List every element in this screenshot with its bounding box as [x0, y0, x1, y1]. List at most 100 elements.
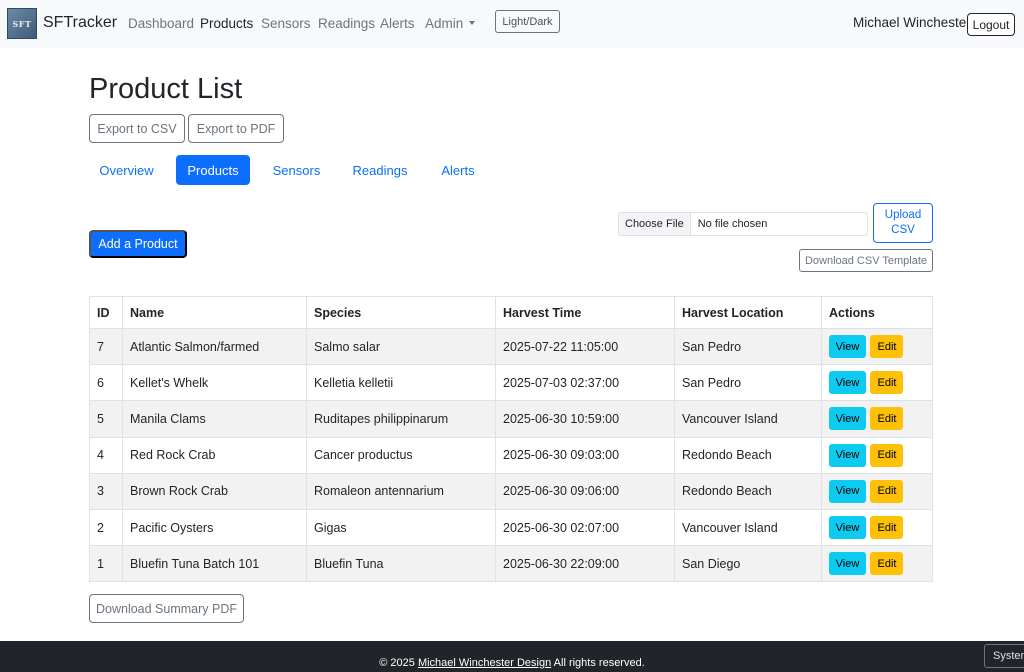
nav-dropdown-admin[interactable]: Admin [425, 16, 476, 31]
product-table: ID Name Species Harvest Time Harvest Loc… [89, 296, 933, 583]
cell-id: 7 [89, 327, 123, 366]
cell-actions: View Edit [821, 327, 933, 366]
user-name: Michael Winchester [853, 15, 971, 30]
nav-link-alerts[interactable]: Alerts [380, 16, 415, 31]
cell-actions: View Edit [821, 436, 933, 474]
file-status-text: No file chosen [697, 218, 768, 230]
table-row: 6 Kellet's Whelk Kelletia kelletii 2025-07-… [89, 364, 933, 402]
cell-harvest-time: 2025-06-30 22:09:00 [495, 545, 675, 583]
cell-id: 5 [89, 400, 123, 438]
footer-design-link[interactable]: Michael Winchester Design [418, 657, 551, 669]
nav-link-sensors[interactable]: Sensors [261, 16, 311, 31]
cell-harvest-location: Redondo Beach [674, 436, 822, 474]
view-button[interactable]: View [829, 443, 866, 467]
view-button[interactable]: View [829, 371, 866, 395]
theme-select[interactable]: System [984, 644, 1024, 668]
cell-name: Pacific Oysters [122, 508, 307, 547]
column-header-id: ID [89, 296, 123, 329]
cell-harvest-location: Vancouver Island [674, 400, 822, 438]
cell-name: Bluefin Tuna Batch 101 [122, 545, 307, 583]
tab-readings[interactable]: Readings [343, 155, 417, 185]
cell-id: 2 [89, 508, 123, 547]
table-header-row: ID Name Species Harvest Time Harvest Loc… [89, 296, 933, 329]
cell-harvest-location: San Pedro [674, 364, 822, 402]
footer-prefix: © 2025 [379, 657, 415, 669]
cell-species: Salmo salar [306, 327, 496, 366]
footer-suffix: All rights reserved. [553, 657, 645, 669]
edit-button[interactable]: Edit [870, 443, 904, 467]
table-row: 7 Atlantic Salmon/farmed Salmo salar 2025-0… [89, 327, 933, 366]
nav-link-dashboard[interactable]: Dashboard [128, 16, 194, 31]
cell-id: 3 [89, 472, 123, 510]
caret-down-icon [469, 21, 476, 26]
export-csv-button[interactable]: Export to CSV [89, 114, 185, 143]
cell-actions: View Edit [821, 364, 933, 402]
cell-harvest-time: 2025-06-30 02:07:00 [495, 508, 675, 547]
upload-csv-label-line1: Upload [884, 209, 922, 221]
cell-species: Cancer productus [306, 436, 496, 474]
column-header-species: Species [306, 296, 496, 329]
cell-id: 6 [89, 364, 123, 402]
view-button[interactable]: View [829, 552, 866, 576]
cell-harvest-time: 2025-06-30 09:03:00 [495, 436, 675, 474]
cell-harvest-location: Vancouver Island [674, 508, 822, 547]
export-pdf-button[interactable]: Export to PDF [188, 114, 284, 143]
edit-button[interactable]: Edit [870, 407, 904, 431]
cell-actions: View Edit [821, 400, 933, 438]
view-button[interactable]: View [829, 335, 866, 359]
table-row: 2 Pacific Oysters Gigas 2025-06-30 02:07:00… [89, 508, 933, 547]
cell-harvest-location: San Diego [674, 545, 822, 583]
cell-name: Red Rock Crab [122, 436, 307, 474]
cell-name: Kellet's Whelk [122, 364, 307, 402]
add-product-button[interactable]: Add a Product [89, 230, 187, 258]
cell-id: 1 [89, 545, 123, 583]
footer-copyright: © 2025 Michael Winchester Design All rig… [0, 657, 1024, 669]
cell-actions: View Edit [821, 545, 933, 583]
brand-logo[interactable]: SFT [7, 8, 37, 39]
cell-species: Ruditapes philippinarum [306, 400, 496, 438]
view-button[interactable]: View [829, 516, 866, 540]
view-button[interactable]: View [829, 407, 866, 431]
cell-harvest-time: 2025-06-30 09:06:00 [495, 472, 675, 510]
cell-harvest-time: 2025-06-30 10:59:00 [495, 400, 675, 438]
cell-harvest-time: 2025-07-03 02:37:00 [495, 364, 675, 402]
tab-sensors[interactable]: Sensors [262, 155, 331, 185]
logout-button[interactable]: Logout [967, 13, 1015, 36]
upload-csv-button[interactable]: Upload CSV [873, 203, 933, 243]
upload-csv-label-line2: CSV [891, 224, 915, 236]
cell-name: Manila Clams [122, 400, 307, 438]
tab-overview[interactable]: Overview [89, 155, 164, 185]
tab-alerts[interactable]: Alerts [430, 155, 486, 185]
nav-link-readings[interactable]: Readings [318, 16, 375, 31]
page-title: Product List [89, 73, 243, 105]
csv-file-input[interactable]: Choose File No file chosen [618, 212, 868, 236]
edit-button[interactable]: Edit [870, 516, 904, 540]
upload-csv-label: Upload CSV [885, 208, 921, 238]
cell-species: Gigas [306, 508, 496, 547]
table-row: 1 Bluefin Tuna Batch 101 Bluefin Tuna 2025-… [89, 545, 933, 583]
column-header-harvest-location: Harvest Location [674, 296, 822, 329]
table-row: 3 Brown Rock Crab Romaleon antennarium 2025… [89, 472, 933, 510]
download-summary-pdf-button[interactable]: Download Summary PDF [89, 594, 244, 623]
tab-products[interactable]: Products [176, 155, 250, 185]
download-csv-template-button[interactable]: Download CSV Template [799, 249, 933, 272]
column-header-harvest-time: Harvest Time [495, 296, 675, 329]
nav-admin-label: Admin [425, 16, 464, 31]
edit-button[interactable]: Edit [870, 371, 904, 395]
cell-actions: View Edit [821, 508, 933, 547]
footer: © 2025 Michael Winchester Design All rig… [0, 641, 1024, 672]
view-button[interactable]: View [829, 479, 866, 503]
edit-button[interactable]: Edit [870, 552, 904, 576]
brand-logo-text: SFT [12, 18, 32, 29]
nav-link-products[interactable]: Products [200, 16, 253, 31]
cell-harvest-location: San Pedro [674, 327, 822, 366]
edit-button[interactable]: Edit [870, 335, 904, 359]
choose-file-button[interactable]: Choose File [619, 213, 691, 235]
cell-id: 4 [89, 436, 123, 474]
top-navbar: SFT SFTracker Dashboard Products Sensors… [0, 0, 1024, 48]
brand-name[interactable]: SFTracker [43, 14, 117, 32]
cell-species: Bluefin Tuna [306, 545, 496, 583]
table-row: 5 Manila Clams Ruditapes philippinarum 2025… [89, 400, 933, 438]
edit-button[interactable]: Edit [870, 479, 904, 503]
theme-toggle-button[interactable]: Light/Dark [495, 10, 560, 33]
